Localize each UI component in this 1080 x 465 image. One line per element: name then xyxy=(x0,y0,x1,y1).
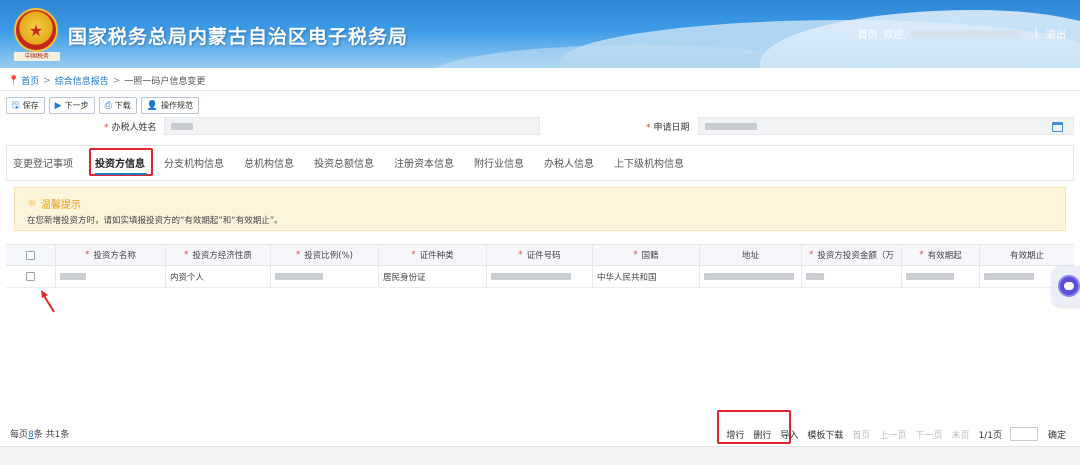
tab-bar: 变更登记事项 投资方信息 分支机构信息 总机构信息 投资总额信息 注册资本信息 … xyxy=(6,145,1074,181)
tab-change-items[interactable]: 变更登记事项 xyxy=(13,155,73,170)
import-button[interactable]: 导入 xyxy=(780,428,798,441)
col-investor-name: * 投资方名称 xyxy=(56,245,166,265)
col-investment-ratio: * 投资比例(%) xyxy=(271,245,379,265)
breadcrumb: 📍 首页 > 综合信息报告 > 一照一码户信息变更 xyxy=(8,74,206,88)
download-button[interactable]: ⎙ 下载 xyxy=(98,97,137,114)
welcome-text: 欢迎, xyxy=(883,30,907,41)
tab-tax-handler[interactable]: 办税人信息 xyxy=(544,155,594,170)
first-page-button[interactable]: 首页 xyxy=(852,428,870,441)
select-all-checkbox[interactable] xyxy=(26,250,35,260)
date-field[interactable] xyxy=(698,117,1074,135)
delete-row-button[interactable]: 删行 xyxy=(753,428,771,441)
next-label: 下一步 xyxy=(64,101,89,110)
page-jump-input[interactable] xyxy=(1009,427,1038,441)
location-pin-icon: 📍 xyxy=(8,75,20,86)
chat-bot-icon xyxy=(1058,275,1080,297)
tab-org-hierarchy[interactable]: 上下级机构信息 xyxy=(614,155,684,170)
cell-id-number[interactable] xyxy=(487,266,593,287)
save-label: 保存 xyxy=(22,101,39,110)
col-valid-from: * 有效期起 xyxy=(902,245,980,265)
cell-investor-name[interactable] xyxy=(56,266,166,287)
home-link[interactable]: 首页 xyxy=(857,26,877,41)
tip-notice: ☼ 温馨提示 在您新增投资方时，请如实填报投资方的“有效期起”和“有效期止”。 xyxy=(14,187,1066,231)
date-label: * 申请日期 xyxy=(646,123,690,133)
tab-registered-capital[interactable]: 注册资本信息 xyxy=(394,155,454,170)
pager: 增行 删行 导入 模板下载 首页 上一页 下一页 末页 1/1页 确定 xyxy=(717,427,1066,441)
user-name-redacted xyxy=(910,29,1021,38)
template-download-button[interactable]: 模板下载 xyxy=(807,428,843,441)
form-row: * 办税人姓名 * 申请日期 xyxy=(0,116,1080,136)
cell-investment-ratio[interactable] xyxy=(271,266,379,287)
save-button[interactable]: 🖫 保存 xyxy=(6,97,45,114)
page-size-info: 每页8条 共1条 xyxy=(10,430,70,440)
table-header: * 投资方名称 * 投资方经济性质 * 投资比例(%) * 证件种类 * 证件号码 * 国籍… xyxy=(6,244,1074,266)
annotation-arrow-icon xyxy=(41,290,55,313)
logout-link[interactable]: 退出 xyxy=(1046,26,1066,41)
tax-emblem-icon: ★ xyxy=(14,8,58,52)
active-tab-underline xyxy=(95,173,147,175)
calendar-icon[interactable] xyxy=(1052,122,1063,132)
save-icon: 🖫 xyxy=(12,100,20,111)
guide-button[interactable]: 👤 操作规范 xyxy=(140,97,200,114)
prev-page-button[interactable]: 上一页 xyxy=(879,428,906,441)
top-links: 首页 欢迎, | 退出 xyxy=(857,26,1066,41)
col-economic-nature: * 投资方经济性质 xyxy=(166,245,271,265)
next-page-button[interactable]: 下一页 xyxy=(915,428,942,441)
cell-address[interactable] xyxy=(700,266,802,287)
row-checkbox-cell xyxy=(6,266,56,287)
divider xyxy=(0,90,1080,91)
tab-total-investment[interactable]: 投资总额信息 xyxy=(314,155,374,170)
select-all-checkbox-cell xyxy=(6,245,56,265)
emblem-text: 中国税务 xyxy=(14,52,60,61)
lightbulb-icon: ☼ xyxy=(27,197,37,210)
download-icon: ⎙ xyxy=(104,100,112,111)
tab-branch-info[interactable]: 分支机构信息 xyxy=(164,155,224,170)
cell-economic-nature[interactable]: 内资个人 xyxy=(166,266,271,287)
notice-text: 在您新增投资方时，请如实填报投资方的“有效期起”和“有效期止”。 xyxy=(27,216,283,226)
breadcrumb-current: 一照一码户信息变更 xyxy=(124,77,206,87)
last-page-button[interactable]: 末页 xyxy=(951,428,969,441)
tab-head-office-info[interactable]: 总机构信息 xyxy=(244,155,294,170)
annotation-highlight-box xyxy=(89,148,153,176)
user-icon: 👤 xyxy=(146,100,159,111)
separator: | xyxy=(1034,28,1038,39)
breadcrumb-sep: > xyxy=(43,75,51,86)
handler-label: * 办税人姓名 xyxy=(104,123,157,133)
guide-label: 操作规范 xyxy=(161,101,194,110)
notice-title: 温馨提示 xyxy=(40,200,81,211)
investor-table: * 投资方名称 * 投资方经济性质 * 投资比例(%) * 证件种类 * 证件号码 * 国籍… xyxy=(6,244,1074,288)
play-icon: ▶ xyxy=(54,100,62,111)
col-valid-to: 有效期止 xyxy=(1009,251,1044,261)
site-title: 国家税务总局内蒙古自治区电子税务局 xyxy=(68,26,409,48)
cell-id-type[interactable]: 居民身份证 xyxy=(379,266,487,287)
breadcrumb-home[interactable]: 首页 xyxy=(21,74,39,87)
cell-valid-from[interactable] xyxy=(902,266,980,287)
col-nationality: * 国籍 xyxy=(593,245,700,265)
toolbar: 🖫 保存 ▶ 下一步 ⎙ 下载 👤 操作规范 xyxy=(6,97,200,114)
breadcrumb-level1[interactable]: 综合信息报告 xyxy=(55,74,109,87)
footer-bar xyxy=(0,446,1080,465)
col-id-type: * 证件种类 xyxy=(379,245,487,265)
col-investment-amount: * 投资方投资金额（万 xyxy=(802,245,902,265)
online-support-button[interactable] xyxy=(1052,266,1080,306)
next-step-button[interactable]: ▶ 下一步 xyxy=(48,97,95,114)
col-id-number: * 证件号码 xyxy=(487,245,593,265)
breadcrumb-sep: > xyxy=(112,75,121,86)
col-address: 地址 xyxy=(700,245,802,265)
row-checkbox[interactable] xyxy=(26,272,35,281)
confirm-button[interactable]: 确定 xyxy=(1048,428,1066,441)
handler-field[interactable] xyxy=(164,117,540,135)
download-label: 下载 xyxy=(114,101,131,110)
page-info: 1/1页 xyxy=(978,430,1002,441)
add-row-button[interactable]: 增行 xyxy=(726,428,744,441)
cell-nationality[interactable]: 中华人民共和国 xyxy=(593,266,700,287)
cell-investment-amount[interactable] xyxy=(802,266,902,287)
tab-sub-industry[interactable]: 附行业信息 xyxy=(474,155,524,170)
table-row[interactable]: 内资个人 居民身份证 中华人民共和国 xyxy=(6,266,1074,288)
